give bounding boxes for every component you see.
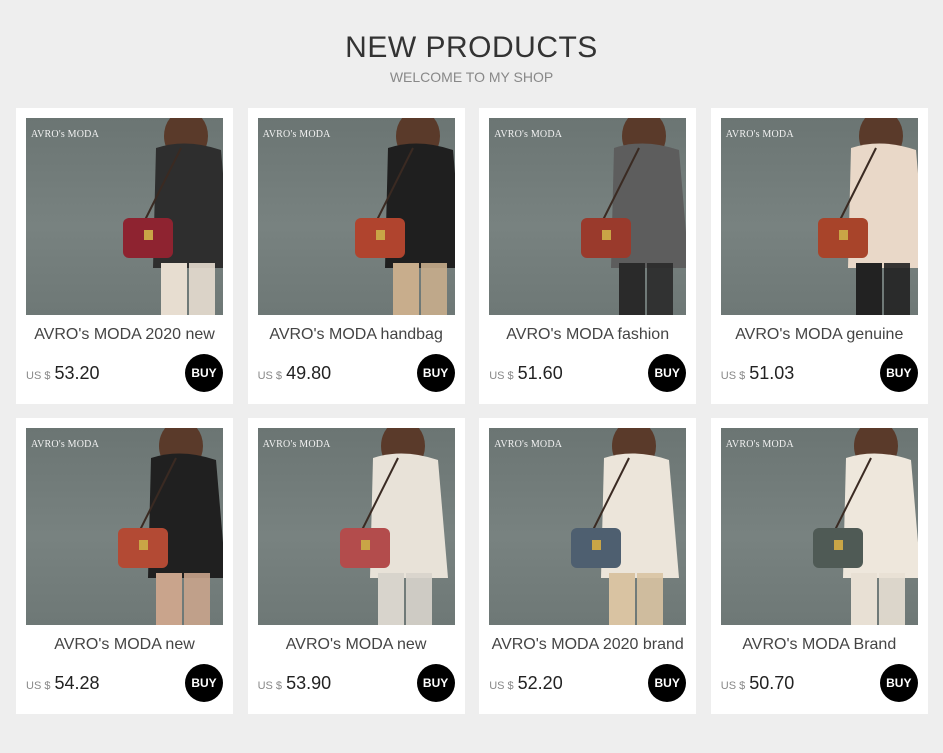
currency-label: US $ bbox=[257, 679, 283, 692]
price-amount: 54.28 bbox=[54, 672, 100, 693]
product-image[interactable]: AVRO's MODA bbox=[26, 118, 223, 315]
product-name[interactable]: AVRO's MODA 2020 new bbox=[26, 325, 223, 345]
buy-button[interactable]: BUY bbox=[879, 664, 918, 702]
section-header: NEW PRODUCTS WELCOME TO MY SHOP bbox=[0, 0, 943, 85]
product-image[interactable]: AVRO's MODA bbox=[489, 118, 687, 315]
product-name[interactable]: AVRO's MODA fashion bbox=[489, 325, 686, 345]
price-amount: 51.03 bbox=[749, 362, 795, 383]
price-amount: 51.60 bbox=[517, 362, 563, 383]
product-image[interactable]: AVRO's MODA bbox=[26, 428, 223, 625]
brand-watermark: AVRO's MODA bbox=[31, 439, 99, 450]
product-price: US $52.20 bbox=[489, 673, 563, 694]
price-amount: 50.70 bbox=[749, 672, 795, 693]
buy-button[interactable]: BUY bbox=[185, 664, 223, 702]
product-card[interactable]: AVRO's MODA AVRO's MODA new US $54.28 BUY bbox=[16, 418, 233, 714]
product-price: US $53.90 bbox=[258, 673, 332, 694]
page-title: NEW PRODUCTS bbox=[345, 31, 598, 64]
page-subtitle: WELCOME TO MY SHOP bbox=[389, 69, 554, 85]
product-image[interactable]: AVRO's MODA bbox=[257, 118, 455, 315]
product-card[interactable]: AVRO's MODA AVRO's MODA Brand US $50.70 BUY bbox=[710, 418, 928, 714]
price-row: US $51.60 BUY bbox=[489, 353, 687, 393]
brand-watermark: AVRO's MODA bbox=[725, 439, 794, 450]
product-grid: AVRO's MODA AVRO's MODA 2020 new US $53.20… bbox=[16, 108, 928, 714]
price-amount: 53.90 bbox=[286, 672, 332, 693]
buy-button[interactable]: BUY bbox=[648, 664, 687, 702]
product-name[interactable]: AVRO's MODA new bbox=[26, 635, 223, 655]
product-name[interactable]: AVRO's MODA Brand bbox=[721, 635, 918, 655]
currency-label: US $ bbox=[720, 369, 746, 382]
brand-watermark: AVRO's MODA bbox=[31, 129, 99, 140]
price-amount: 52.20 bbox=[517, 672, 563, 693]
currency-label: US $ bbox=[489, 679, 514, 692]
price-row: US $52.20 BUY bbox=[489, 663, 687, 703]
buy-button[interactable]: BUY bbox=[648, 354, 687, 392]
product-card[interactable]: AVRO's MODA AVRO's MODA fashion US $51.60 B… bbox=[479, 108, 697, 404]
product-card[interactable]: AVRO's MODA AVRO's MODA new US $53.90 BUY bbox=[247, 418, 465, 714]
price-row: US $49.80 BUY bbox=[258, 353, 455, 393]
product-name[interactable]: AVRO's MODA 2020 brand bbox=[489, 635, 686, 655]
buy-button[interactable]: BUY bbox=[416, 354, 455, 392]
product-name[interactable]: AVRO's MODA genuine bbox=[721, 325, 918, 345]
buy-button[interactable]: BUY bbox=[416, 664, 455, 702]
brand-watermark: AVRO's MODA bbox=[494, 439, 563, 450]
brand-watermark: AVRO's MODA bbox=[725, 129, 794, 140]
product-card[interactable]: AVRO's MODA AVRO's MODA handbag US $49.80 B… bbox=[247, 108, 465, 404]
currency-label: US $ bbox=[257, 369, 283, 382]
product-price: US $54.28 bbox=[26, 673, 100, 694]
product-price: US $51.03 bbox=[721, 363, 795, 384]
product-price: US $53.20 bbox=[26, 363, 100, 384]
product-card[interactable]: AVRO's MODA AVRO's MODA 2020 brand US $52.… bbox=[479, 418, 697, 714]
currency-label: US $ bbox=[26, 369, 51, 382]
price-amount: 53.20 bbox=[54, 362, 100, 383]
currency-label: US $ bbox=[26, 679, 51, 692]
brand-watermark: AVRO's MODA bbox=[262, 129, 331, 140]
product-price: US $49.80 bbox=[258, 363, 332, 384]
product-image[interactable]: AVRO's MODA bbox=[257, 428, 455, 625]
price-amount: 49.80 bbox=[286, 362, 332, 383]
currency-label: US $ bbox=[720, 679, 746, 692]
price-row: US $51.03 BUY bbox=[721, 353, 918, 393]
product-name[interactable]: AVRO's MODA handbag bbox=[258, 325, 455, 345]
price-row: US $53.20 BUY bbox=[26, 353, 223, 393]
product-price: US $51.60 bbox=[489, 363, 563, 384]
buy-button[interactable]: BUY bbox=[185, 354, 223, 392]
price-row: US $50.70 BUY bbox=[721, 663, 918, 703]
buy-button[interactable]: BUY bbox=[879, 354, 918, 392]
product-card[interactable]: AVRO's MODA AVRO's MODA 2020 new US $53.20… bbox=[16, 108, 233, 404]
brand-watermark: AVRO's MODA bbox=[262, 439, 331, 450]
product-image[interactable]: AVRO's MODA bbox=[720, 118, 918, 315]
product-price: US $50.70 bbox=[721, 673, 795, 694]
product-image[interactable]: AVRO's MODA bbox=[720, 428, 918, 625]
price-row: US $53.90 BUY bbox=[258, 663, 455, 703]
product-image[interactable]: AVRO's MODA bbox=[489, 428, 687, 625]
product-name[interactable]: AVRO's MODA new bbox=[258, 635, 455, 655]
price-row: US $54.28 BUY bbox=[26, 663, 223, 703]
brand-watermark: AVRO's MODA bbox=[494, 129, 563, 140]
currency-label: US $ bbox=[489, 369, 514, 382]
product-card[interactable]: AVRO's MODA AVRO's MODA genuine US $51.03 B… bbox=[710, 108, 928, 404]
